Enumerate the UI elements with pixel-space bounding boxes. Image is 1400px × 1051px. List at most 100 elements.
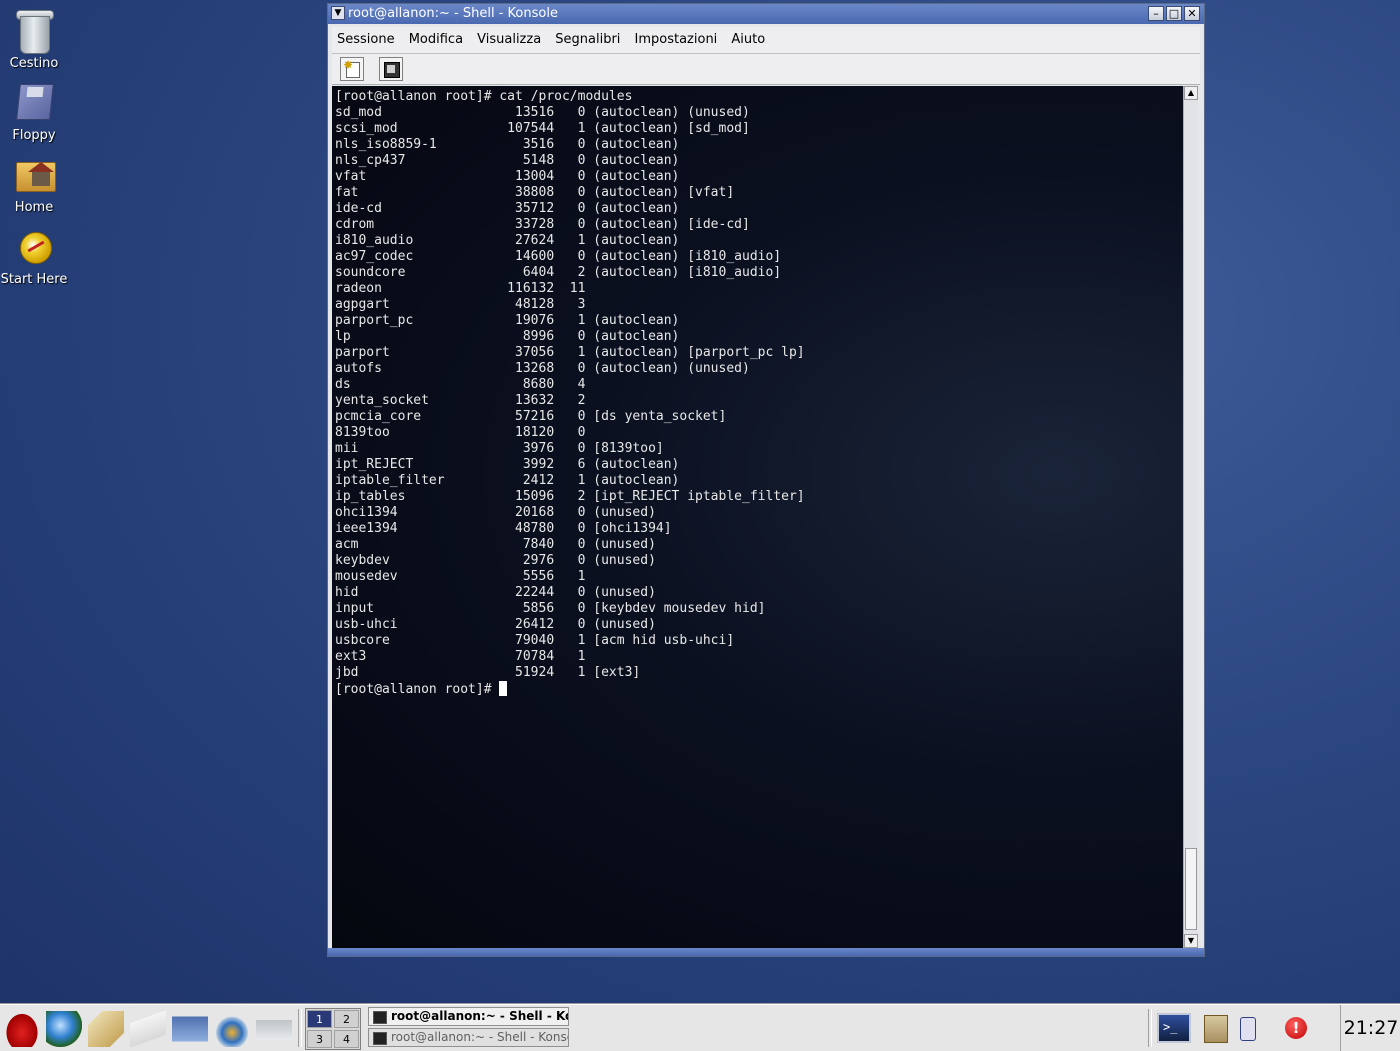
web-browser-icon[interactable] <box>46 1011 82 1047</box>
module-row: hid 22244 0 (unused) <box>335 585 656 600</box>
minimize-button[interactable]: – <box>1148 6 1164 21</box>
module-row: iptable_filter 2412 1 (autoclean) <box>335 473 680 488</box>
module-row: mii 3976 0 [8139too] <box>335 441 664 456</box>
scroll-down-icon[interactable]: ▼ <box>1184 934 1198 948</box>
task-label: root@allanon:~ - Shell - Konsole <box>391 1009 568 1023</box>
printer-icon[interactable] <box>256 1011 292 1047</box>
module-row: acm 7840 0 (unused) <box>335 537 656 552</box>
desktop-icon-label: Start Here <box>0 272 68 287</box>
shell-prompt: [root@allanon root]# <box>335 682 500 697</box>
module-row: cdrom 33728 0 (autoclean) [ide-cd] <box>335 217 750 232</box>
vertical-scrollbar[interactable]: ▲ ▼ <box>1183 86 1198 948</box>
presentation-icon[interactable] <box>214 1011 250 1047</box>
module-row: i810_audio 27624 1 (autoclean) <box>335 233 680 248</box>
module-row: soundcore 6404 2 (autoclean) [i810_audio… <box>335 265 782 280</box>
module-row: nls_cp437 5148 0 (autoclean) <box>335 153 680 168</box>
menu-sessione[interactable]: Sessione <box>332 27 399 47</box>
pager-desktop-3[interactable]: 3 <box>307 1030 332 1048</box>
taskbar-separator <box>298 1009 302 1047</box>
module-row: pcmcia_core 57216 0 [ds yenta_socket] <box>335 409 727 424</box>
window-title: root@allanon:~ - Shell - Konsole <box>348 6 558 21</box>
window-titlebar[interactable]: ▼ root@allanon:~ - Shell - Konsole – □ ✕ <box>328 4 1204 24</box>
trash-icon <box>12 6 56 54</box>
terminal-icon <box>373 1011 387 1024</box>
alert-icon[interactable]: ! <box>1285 1017 1307 1039</box>
toolbar <box>332 54 1200 85</box>
scroll-up-icon[interactable]: ▲ <box>1184 86 1198 100</box>
terminal-output: [root@allanon root]# cat /proc/modules s… <box>335 89 805 698</box>
menu-segnalibri[interactable]: Segnalibri <box>550 27 624 47</box>
desktop-icon-trash[interactable]: Cestino <box>0 2 68 71</box>
spreadsheet-icon[interactable] <box>172 1011 208 1047</box>
desktop-icon-label: Floppy <box>12 128 56 143</box>
module-row: scsi_mod 107544 1 (autoclean) [sd_mod] <box>335 121 750 136</box>
module-list: sd_mod 13516 0 (autoclean) (unused) scsi… <box>335 105 805 680</box>
close-button[interactable]: ✕ <box>1184 6 1200 21</box>
desktop-icon-label: Cestino <box>9 56 59 71</box>
module-row: usb-uhci 26412 0 (unused) <box>335 617 656 632</box>
konsole-window: ▼ root@allanon:~ - Shell - Konsole – □ ✕… <box>327 3 1205 957</box>
module-row: ide-cd 35712 0 (autoclean) <box>335 201 680 216</box>
module-row: mousedev 5556 1 <box>335 569 586 584</box>
usb-icon[interactable] <box>1240 1017 1256 1041</box>
module-row: usbcore 79040 1 [acm hid usb-uhci] <box>335 633 735 648</box>
window-menu-button[interactable]: ▼ <box>331 6 345 20</box>
module-row: parport_pc 19076 1 (autoclean) <box>335 313 680 328</box>
pager-desktop-1[interactable]: 1 <box>307 1010 332 1028</box>
module-row: ohci1394 20168 0 (unused) <box>335 505 656 520</box>
taskbar-separator <box>1148 1009 1152 1047</box>
pager-desktop-2[interactable]: 2 <box>334 1010 359 1028</box>
maximize-button[interactable]: □ <box>1166 6 1182 21</box>
terminal-area[interactable]: [root@allanon root]# cat /proc/modules s… <box>332 86 1183 948</box>
desktop-icon-floppy[interactable]: Floppy <box>0 74 68 143</box>
task-label: root@allanon:~ - Shell - Konsole <box>391 1030 569 1044</box>
module-row: 8139too 18120 0 <box>335 425 586 440</box>
module-row: ext3 70784 1 <box>335 649 586 664</box>
module-row: agpgart 48128 3 <box>335 297 586 312</box>
new-session-icon[interactable] <box>340 57 364 81</box>
module-row: keybdev 2976 0 (unused) <box>335 553 656 568</box>
text-cursor <box>499 681 508 696</box>
module-row: sd_mod 13516 0 (autoclean) (unused) <box>335 105 750 120</box>
redhat-menu-icon[interactable] <box>4 1011 40 1047</box>
module-row: input 5856 0 [keybdev mousedev hid] <box>335 601 766 616</box>
menu-visualizza[interactable]: Visualizza <box>472 27 545 47</box>
module-row: nls_iso8859-1 3516 0 (autoclean) <box>335 137 680 152</box>
desktop-icon-start-here[interactable]: Start Here <box>0 218 68 287</box>
module-row: lp 8996 0 (autoclean) <box>335 329 680 344</box>
command-line: [root@allanon root]# cat /proc/modules <box>335 89 633 104</box>
task-konsole-inactive[interactable]: root@allanon:~ - Shell - Konsole <box>368 1028 569 1047</box>
module-row: ip_tables 15096 2 [ipt_REJECT iptable_fi… <box>335 489 805 504</box>
configure-icon[interactable] <box>379 57 403 81</box>
writer-icon[interactable] <box>130 1011 166 1047</box>
module-row: ds 8680 4 <box>335 377 586 392</box>
module-row: fat 38808 0 (autoclean) [vfat] <box>335 185 735 200</box>
terminal-launcher-icon[interactable]: >_ <box>1157 1013 1191 1043</box>
scrollbar-thumb[interactable] <box>1185 848 1197 930</box>
module-row: vfat 13004 0 (autoclean) <box>335 169 680 184</box>
start-here-icon <box>12 222 56 270</box>
module-row: jbd 51924 1 [ext3] <box>335 665 641 680</box>
menubar: Sessione Modifica Visualizza Segnalibri … <box>332 27 1200 54</box>
menu-modifica[interactable]: Modifica <box>404 27 467 47</box>
menu-impostazioni[interactable]: Impostazioni <box>630 27 722 47</box>
window-bottom-border[interactable] <box>328 948 1204 956</box>
module-row: autofs 13268 0 (autoclean) (unused) <box>335 361 750 376</box>
menu-aiuto[interactable]: Aiuto <box>726 27 769 47</box>
pager-desktop-4[interactable]: 4 <box>334 1030 359 1048</box>
email-icon[interactable] <box>88 1011 124 1047</box>
clock[interactable]: 21:27 <box>1340 1005 1400 1051</box>
terminal-icon <box>373 1032 387 1045</box>
module-row: ipt_REJECT 3992 6 (autoclean) <box>335 457 680 472</box>
desktop-icon-label: Home <box>14 200 54 215</box>
module-row: parport 37056 1 (autoclean) [parport_pc … <box>335 345 805 360</box>
taskbar: 1 2 3 4 root@allanon:~ - Shell - Konsole… <box>0 1004 1400 1051</box>
desktop-pager: 1 2 3 4 <box>305 1008 361 1050</box>
module-row: ac97_codec 14600 0 (autoclean) [i810_aud… <box>335 249 782 264</box>
floppy-icon <box>12 78 56 126</box>
home-folder-icon <box>12 150 56 198</box>
task-konsole-active[interactable]: root@allanon:~ - Shell - Konsole <box>368 1007 569 1026</box>
desktop-icon-home[interactable]: Home <box>0 146 68 215</box>
module-row: radeon 116132 11 <box>335 281 586 296</box>
klipper-icon[interactable] <box>1204 1015 1228 1043</box>
